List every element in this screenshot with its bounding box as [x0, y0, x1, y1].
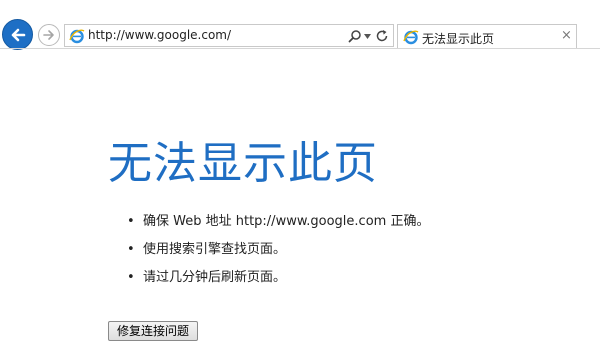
list-item: • 确保 Web 地址 http://www.google.com 正确。 — [127, 212, 429, 240]
tab-current[interactable]: 无法显示此页 × — [397, 24, 577, 49]
address-bar[interactable]: http://www.google.com/ — [64, 24, 394, 47]
suggestion-text: 请过几分钟后刷新页面。 — [143, 270, 287, 285]
suggestion-text: 确保 Web 地址 http://www.google.com 正确。 — [143, 214, 430, 229]
chevron-down-icon[interactable] — [364, 34, 371, 39]
fix-connection-button[interactable]: 修复连接问题 — [108, 321, 199, 341]
toolbar-divider — [0, 48, 600, 49]
ie-logo-icon — [69, 29, 85, 44]
browser-toolbar: http://www.google.com/ 无法显示此页 × — [0, 0, 600, 51]
search-icon[interactable] — [348, 29, 362, 43]
bullet: • — [127, 242, 135, 257]
refresh-icon[interactable] — [375, 29, 389, 43]
list-item: • 请过几分钟后刷新页面。 — [127, 268, 429, 296]
close-icon[interactable]: × — [561, 28, 572, 43]
forward-button[interactable] — [38, 24, 60, 46]
address-url[interactable]: http://www.google.com/ — [88, 28, 231, 42]
tab-label: 无法显示此页 — [422, 32, 495, 46]
back-button[interactable] — [2, 19, 33, 50]
bullet: • — [127, 214, 135, 229]
list-item: • 使用搜索引擎查找页面。 — [127, 240, 429, 268]
page-title: 无法显示此页 — [108, 138, 378, 189]
ie-logo-icon — [403, 30, 419, 45]
bullet: • — [127, 270, 135, 285]
forward-arrow-icon — [43, 30, 54, 40]
back-arrow-icon — [11, 28, 25, 41]
suggestion-text: 使用搜索引擎查找页面。 — [143, 242, 287, 257]
suggestion-list: • 确保 Web 地址 http://www.google.com 正确。 • 使用… — [127, 212, 429, 296]
